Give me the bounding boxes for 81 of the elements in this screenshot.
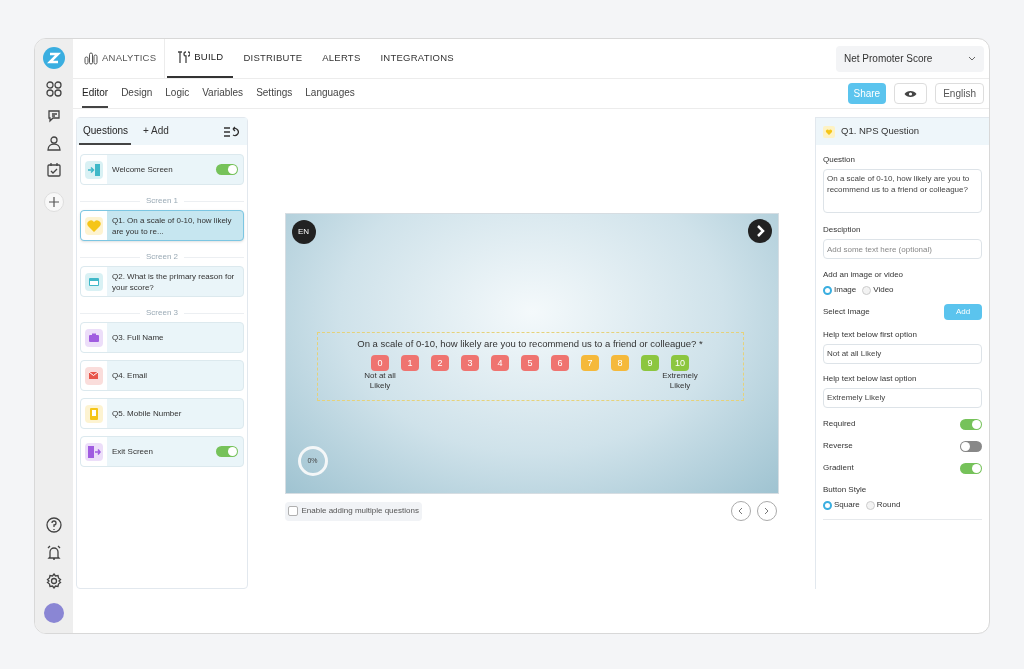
panel-tab[interactable]: Questions bbox=[79, 118, 131, 145]
question-item[interactable]: Exit Screen bbox=[80, 436, 244, 467]
language-button[interactable]: English bbox=[935, 83, 984, 104]
screen-label: Screen 2 bbox=[146, 251, 178, 263]
checkbox-label: Enable adding multiple questions bbox=[301, 505, 419, 517]
calendar-check-icon[interactable] bbox=[46, 162, 62, 178]
field-label: Select Image bbox=[823, 306, 871, 318]
logo-icon[interactable] bbox=[43, 47, 65, 69]
add-icon[interactable] bbox=[44, 192, 64, 212]
field-label: Required bbox=[823, 418, 857, 430]
bell-icon[interactable] bbox=[46, 545, 62, 561]
question-item[interactable]: Q3. Full Name bbox=[80, 322, 244, 353]
scale-help-text: Extremely Likely bbox=[661, 371, 699, 392]
question-label: Exit Screen bbox=[111, 446, 154, 457]
toggle-switch[interactable] bbox=[960, 462, 982, 474]
question-item[interactable]: Q2. What is the primary reason for your score? bbox=[80, 266, 244, 297]
question-label: Q4. Email bbox=[111, 370, 149, 381]
field-label: Button Style bbox=[823, 484, 868, 496]
field-label: Desciption bbox=[823, 224, 862, 236]
panel-tab[interactable]: + Add bbox=[139, 118, 173, 145]
user-icon[interactable] bbox=[46, 135, 62, 151]
bar-chart-icon bbox=[84, 52, 98, 65]
reorder-icon[interactable] bbox=[223, 125, 239, 138]
nav-tab[interactable]: ALERTS bbox=[312, 39, 371, 78]
editor-tab[interactable]: Settings bbox=[256, 79, 293, 108]
toggle-switch[interactable] bbox=[960, 418, 982, 430]
chevron-down-icon bbox=[968, 56, 976, 61]
language-badge[interactable]: EN bbox=[291, 220, 316, 244]
preview-button[interactable] bbox=[894, 83, 928, 104]
radio-option[interactable]: Square bbox=[823, 499, 860, 511]
field-label: Add an image or video bbox=[823, 269, 905, 281]
chevron-left-icon bbox=[738, 507, 743, 515]
screen-label: Screen 1 bbox=[146, 195, 178, 207]
checkbox[interactable] bbox=[287, 506, 298, 516]
toggle-switch[interactable] bbox=[216, 446, 238, 457]
description-field[interactable]: Add some text here (optional) bbox=[823, 239, 982, 259]
question-label: Q5. Mobile Number bbox=[111, 408, 183, 419]
user-avatar[interactable] bbox=[44, 603, 64, 623]
survey-dropdown[interactable]: Net Promoter Score bbox=[836, 45, 984, 72]
question-label: Welcome Screen bbox=[111, 164, 174, 175]
chat-icon[interactable] bbox=[46, 108, 62, 124]
screen-label: Screen 3 bbox=[146, 307, 178, 319]
editor-tab[interactable]: Languages bbox=[305, 79, 355, 108]
question-label: Q1. On a scale of 0-10, how likely are you to re... bbox=[111, 214, 233, 237]
chevron-right-icon bbox=[764, 507, 769, 515]
field-label: Reverse bbox=[823, 440, 854, 452]
radio-option[interactable]: Image bbox=[823, 284, 857, 296]
field-label: Help text below first option bbox=[823, 329, 918, 341]
panel-title: Q1. NPS Question bbox=[841, 124, 920, 139]
nav-tab[interactable]: INTEGRATIONS bbox=[370, 39, 464, 78]
eye-icon bbox=[904, 89, 918, 98]
tools-icon bbox=[177, 51, 191, 64]
question-item[interactable]: Q5. Mobile Number bbox=[80, 398, 244, 429]
toggle-switch[interactable] bbox=[216, 164, 238, 175]
question-field[interactable]: On a scale of 0-10, how likely are you to recommend us to a friend or colleague? bbox=[823, 169, 982, 213]
nav-tab[interactable]: DISTRIBUTE bbox=[233, 39, 313, 78]
editor-tab[interactable]: Logic bbox=[165, 79, 190, 108]
editor-tab[interactable]: Variables bbox=[202, 79, 244, 108]
question-label: Q2. What is the primary reason for your score? bbox=[111, 270, 236, 293]
help-icon[interactable] bbox=[46, 517, 62, 533]
settings-icon[interactable] bbox=[46, 573, 62, 589]
question-label: Q3. Full Name bbox=[111, 332, 165, 343]
nav-tab[interactable]: BUILD bbox=[167, 39, 234, 78]
field-label: Gradient bbox=[823, 462, 855, 474]
question-item[interactable]: Q4. Email bbox=[80, 360, 244, 391]
grid-icon[interactable] bbox=[46, 81, 62, 97]
toggle-switch[interactable] bbox=[960, 440, 982, 452]
first-help-field[interactable]: Not at all Likely bbox=[823, 344, 982, 364]
last-help-field[interactable]: Extremely Likely bbox=[823, 388, 982, 408]
editor-tab[interactable]: Design bbox=[121, 79, 153, 108]
nav-tab[interactable]: ANALYTICS bbox=[73, 39, 166, 78]
radio-option[interactable]: Video bbox=[862, 284, 894, 296]
question-item[interactable]: Welcome Screen bbox=[80, 154, 244, 185]
radio-option[interactable]: Round bbox=[865, 499, 901, 511]
editor-tab[interactable]: Editor bbox=[82, 79, 109, 108]
scale-help-text: Not at all Likely bbox=[363, 371, 397, 392]
field-label: Help text below last option bbox=[823, 373, 918, 385]
question-item[interactable]: Q1. On a scale of 0-10, how likely are you to re... bbox=[80, 210, 244, 241]
field-label: Question bbox=[823, 154, 857, 166]
question-text: On a scale of 0-10, how likely are you to recommend us to a friend or colleague? * bbox=[357, 337, 703, 351]
multiple-questions-checkbox[interactable]: Enable adding multiple questions bbox=[284, 501, 422, 521]
